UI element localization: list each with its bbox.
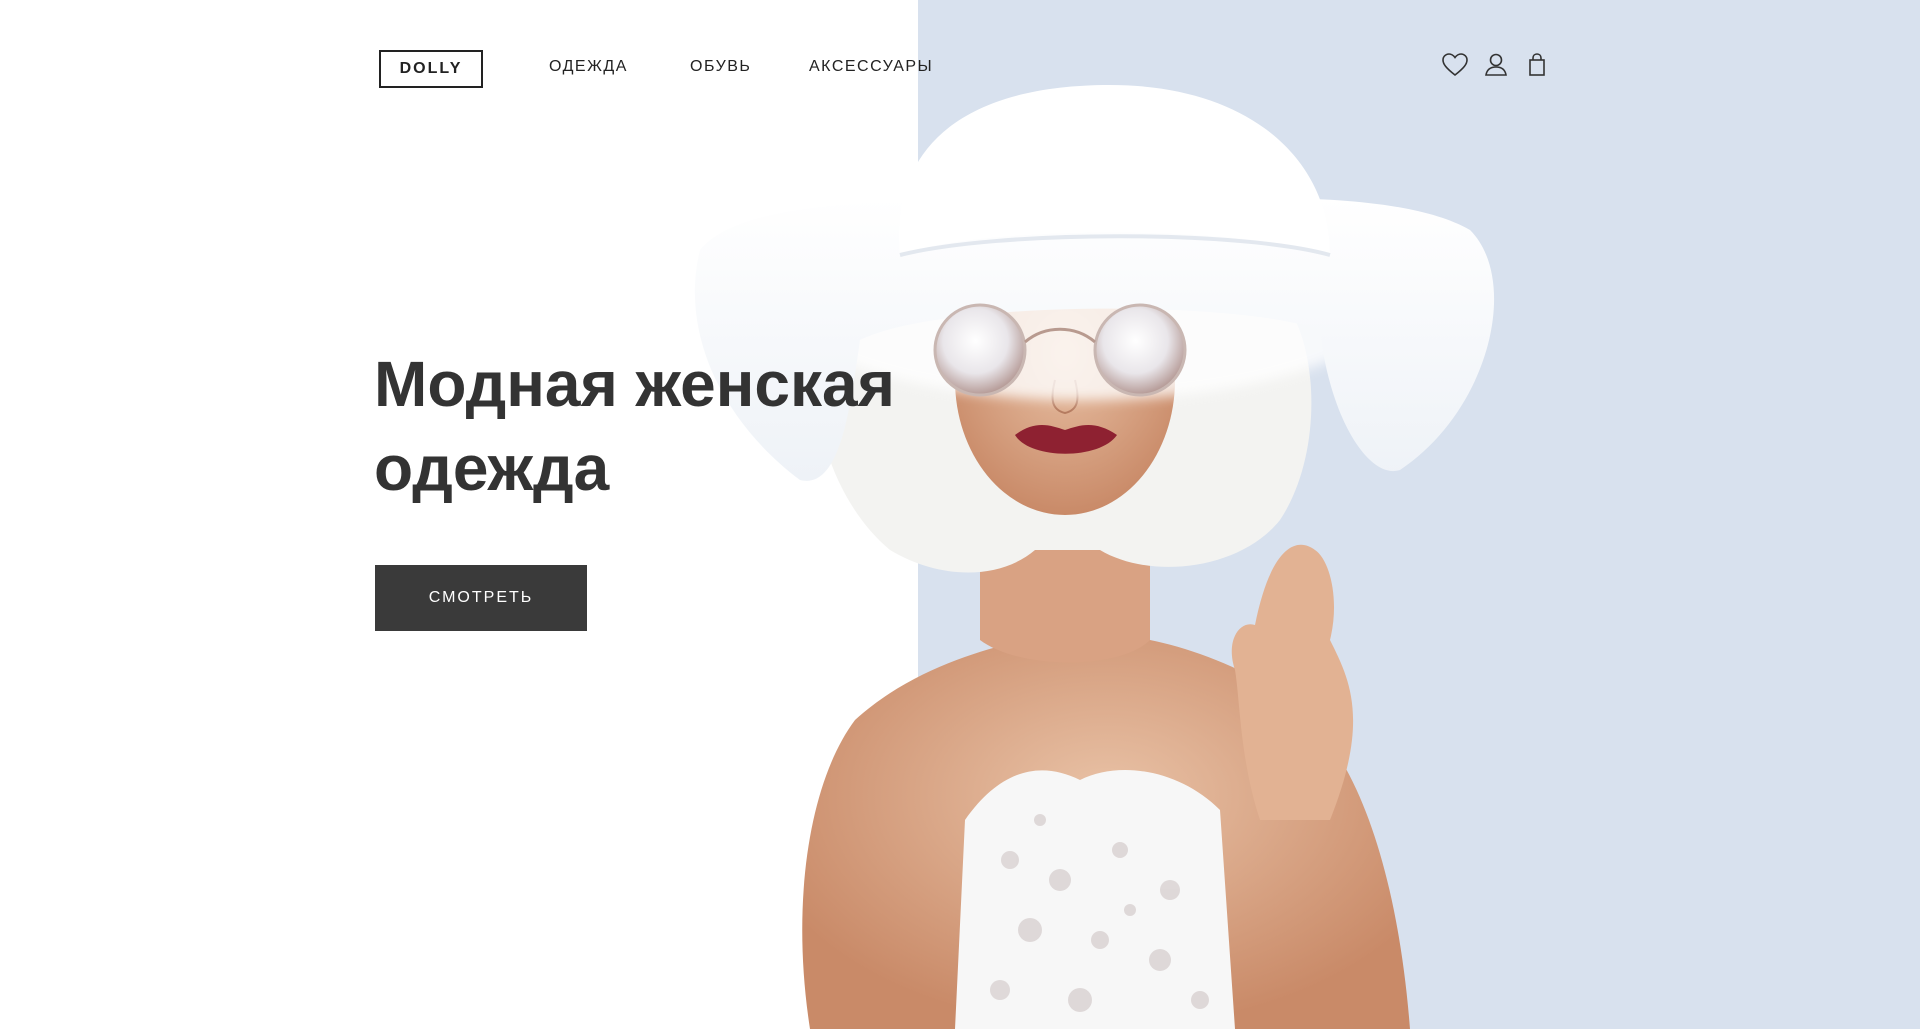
heart-icon[interactable] xyxy=(1440,50,1470,80)
hero-title-line-2: одежда xyxy=(374,432,610,504)
shopping-bag-icon[interactable] xyxy=(1522,50,1552,80)
hero-title-line-1: Модная женская xyxy=(374,348,895,420)
view-button[interactable]: СМОТРЕТЬ xyxy=(375,565,587,631)
user-icon[interactable] xyxy=(1481,50,1511,80)
hero-title: Модная женская одежда xyxy=(374,342,934,510)
hero-model-image xyxy=(680,80,1500,1029)
nav-item-shoes[interactable]: ОБУВЬ xyxy=(690,58,751,76)
nav-item-accessories[interactable]: АКСЕССУАРЫ xyxy=(809,58,933,76)
site-header: DOLLY ОДЕЖДА ОБУВЬ АКСЕССУАРЫ xyxy=(0,0,1920,120)
nav-item-clothing[interactable]: ОДЕЖДА xyxy=(549,58,628,76)
logo[interactable]: DOLLY xyxy=(379,50,483,88)
header-icons xyxy=(1440,50,1560,80)
